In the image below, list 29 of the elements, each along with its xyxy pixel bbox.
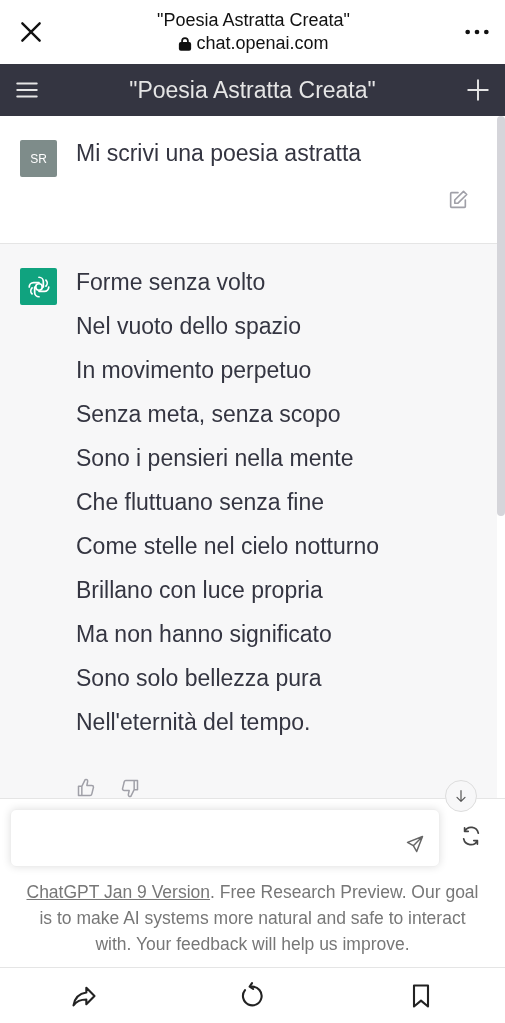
poem-line: Sono i pensieri nella mente (76, 444, 355, 472)
user-avatar: SR (20, 140, 57, 177)
thumbs-down-icon[interactable] (120, 778, 140, 798)
poem-line: Senza meta, senza scopo (76, 400, 342, 428)
poem-line: Ma non hanno significato (76, 620, 333, 648)
version-link[interactable]: ChatGPT Jan 9 Version (26, 882, 211, 902)
page-title: "Poesia Astratta Creata" (157, 10, 350, 31)
message-text: Mi scrivi una poesia astratta (76, 140, 362, 168)
edit-icon[interactable] (447, 189, 469, 211)
url-text[interactable]: chat.openai.com (178, 33, 329, 54)
refresh-icon[interactable] (460, 825, 482, 847)
poem-line: Che fluttuano senza fine (76, 488, 326, 516)
poem-line: Nell'eternità del tempo. (76, 708, 312, 736)
thumbs-up-icon[interactable] (76, 778, 96, 798)
close-icon[interactable] (18, 19, 44, 45)
disclaimer-text: ChatGPT Jan 9 Version. Free Research Preview. Our goal is to make AI systems more natural and safe to interact with. Your feedback will help us improve. (25, 881, 480, 956)
poem-line: Forme senza volto (76, 268, 267, 296)
poem-line: In movimento perpetuo (76, 356, 313, 384)
message-input-field[interactable] (10, 809, 440, 867)
plus-icon[interactable] (465, 77, 491, 103)
down-arrow-icon (453, 788, 469, 804)
send-icon[interactable] (405, 834, 425, 854)
lock-icon (178, 36, 193, 51)
conversation-title: "Poesia Astratta Creata" (129, 76, 376, 104)
scrollbar[interactable] (497, 116, 505, 516)
poem-line: Come stelle nel cielo notturno (76, 532, 379, 560)
poem-line: Sono solo bellezza pura (76, 664, 323, 692)
poem-line: Brillano con luce propria (76, 576, 324, 604)
poem-line: Nel vuoto dello spazio (76, 312, 303, 340)
